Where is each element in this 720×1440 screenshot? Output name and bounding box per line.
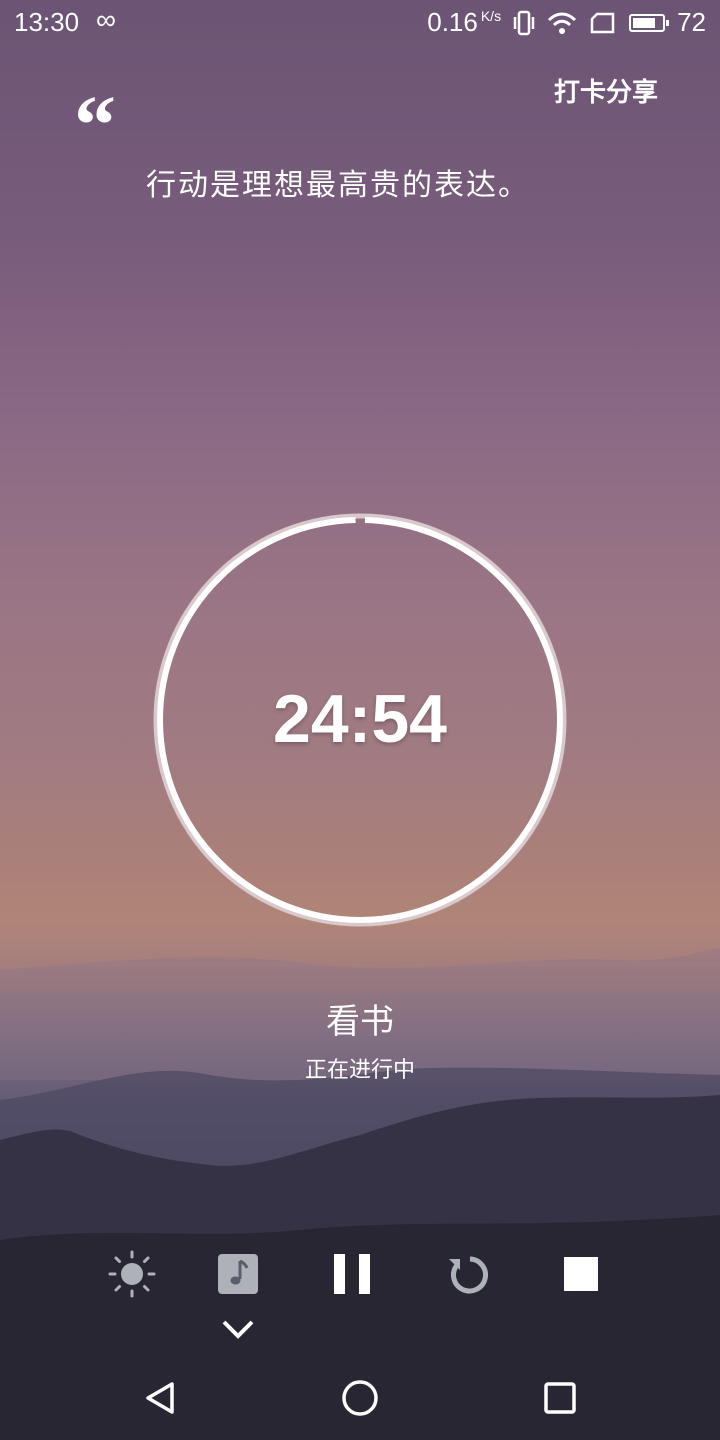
navigation-bar <box>0 1360 720 1440</box>
battery-icon <box>629 13 670 32</box>
infinity-icon: ∞ <box>96 4 116 35</box>
recents-button[interactable] <box>530 1372 590 1424</box>
restart-icon <box>449 1256 488 1294</box>
quote-mark-icon: “ <box>74 79 116 172</box>
status-time: 13:30 <box>14 7 80 37</box>
task-name: 看书 <box>326 1002 394 1042</box>
stop-button[interactable] <box>551 1244 611 1304</box>
music-button[interactable] <box>208 1244 268 1304</box>
status-indicators: 0.16 K/s 72 <box>427 7 706 38</box>
restart-button[interactable] <box>438 1244 498 1304</box>
stop-icon <box>564 1257 598 1291</box>
battery-level: 72 <box>677 7 706 37</box>
share-checkin-button[interactable]: 打卡分享 <box>554 72 658 109</box>
task-status: 正在进行中 <box>304 1058 415 1083</box>
status-bar: 13:30 ∞ 0.16 K/s 72 <box>0 0 720 46</box>
control-bar <box>0 1244 720 1308</box>
brightness-button[interactable] <box>102 1244 162 1304</box>
brightness-icon <box>108 1250 156 1298</box>
quote-text: 行动是理想最高贵的表达。 <box>146 168 530 203</box>
sim-card-icon <box>590 12 615 33</box>
back-button[interactable] <box>130 1372 190 1424</box>
timer-display: 24:54 <box>273 681 447 757</box>
wifi-icon <box>548 12 577 34</box>
network-speed: 0.16 K/s <box>427 7 502 37</box>
pause-icon <box>334 1254 370 1294</box>
chevron-down-icon[interactable] <box>218 1314 258 1344</box>
back-icon <box>146 1382 174 1414</box>
home-button[interactable] <box>330 1372 390 1424</box>
vibrate-icon <box>513 10 535 35</box>
home-icon <box>342 1380 378 1416</box>
recents-icon <box>544 1382 576 1414</box>
network-speed-unit: K/s <box>480 8 502 25</box>
pause-button[interactable] <box>322 1244 382 1304</box>
music-icon <box>218 1254 258 1294</box>
